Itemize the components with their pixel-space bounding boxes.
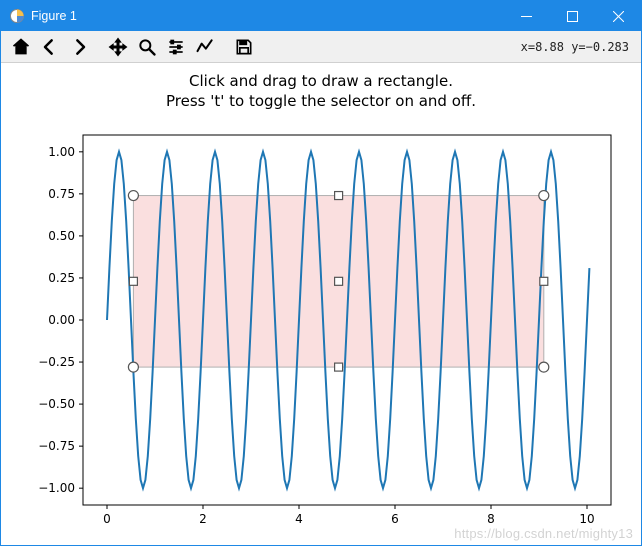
edge-handle[interactable] (335, 192, 343, 200)
corner-handle[interactable] (128, 191, 138, 201)
figure-canvas[interactable]: Click and drag to draw a rectangle. Pres… (1, 63, 641, 545)
center-handle[interactable] (335, 277, 343, 285)
xtick-label: 10 (579, 512, 594, 526)
xtick-label: 4 (295, 512, 303, 526)
xtick-label: 2 (199, 512, 207, 526)
ytick-label: 1.00 (48, 145, 75, 159)
watermark: https://blog.csdn.net/mighty13 (454, 526, 633, 541)
zoom-button[interactable] (133, 34, 161, 60)
ytick-label: −0.75 (38, 439, 75, 453)
save-button[interactable] (230, 34, 258, 60)
window-controls (503, 1, 641, 31)
plot-svg[interactable]: 0 2 4 6 8 10 −1.00 −0.75 −0.50 −0.25 0.00 0.25 0.50 0… (1, 63, 641, 545)
edit-axis-button[interactable] (191, 34, 219, 60)
coord-readout: x=8.88 y=−0.283 (521, 40, 635, 54)
corner-handle[interactable] (539, 362, 549, 372)
ytick-label: 0.75 (48, 187, 75, 201)
xtick-label: 0 (103, 512, 111, 526)
ytick-label: −1.00 (38, 481, 75, 495)
minimize-button[interactable] (503, 1, 549, 31)
titlebar[interactable]: Figure 1 (1, 1, 641, 31)
back-button[interactable] (36, 34, 64, 60)
ytick-label: 0.00 (48, 313, 75, 327)
home-button[interactable] (7, 34, 35, 60)
edge-handle[interactable] (129, 277, 137, 285)
xtick-label: 8 (487, 512, 495, 526)
app-window: Figure 1 x=8.88 y=−0.283 Click and drag … (0, 0, 642, 546)
configure-subplots-button[interactable] (162, 34, 190, 60)
xtick-label: 6 (391, 512, 399, 526)
ytick-label: 0.25 (48, 271, 75, 285)
ytick-label: 0.50 (48, 229, 75, 243)
pan-button[interactable] (104, 34, 132, 60)
ytick-label: −0.50 (38, 397, 75, 411)
ytick-label: −0.25 (38, 355, 75, 369)
corner-handle[interactable] (539, 191, 549, 201)
window-title: Figure 1 (31, 9, 503, 23)
edge-handle[interactable] (335, 363, 343, 371)
toolbar: x=8.88 y=−0.283 (1, 31, 641, 63)
maximize-button[interactable] (549, 1, 595, 31)
close-button[interactable] (595, 1, 641, 31)
forward-button[interactable] (65, 34, 93, 60)
edge-handle[interactable] (540, 277, 548, 285)
corner-handle[interactable] (128, 362, 138, 372)
app-icon (9, 8, 25, 24)
